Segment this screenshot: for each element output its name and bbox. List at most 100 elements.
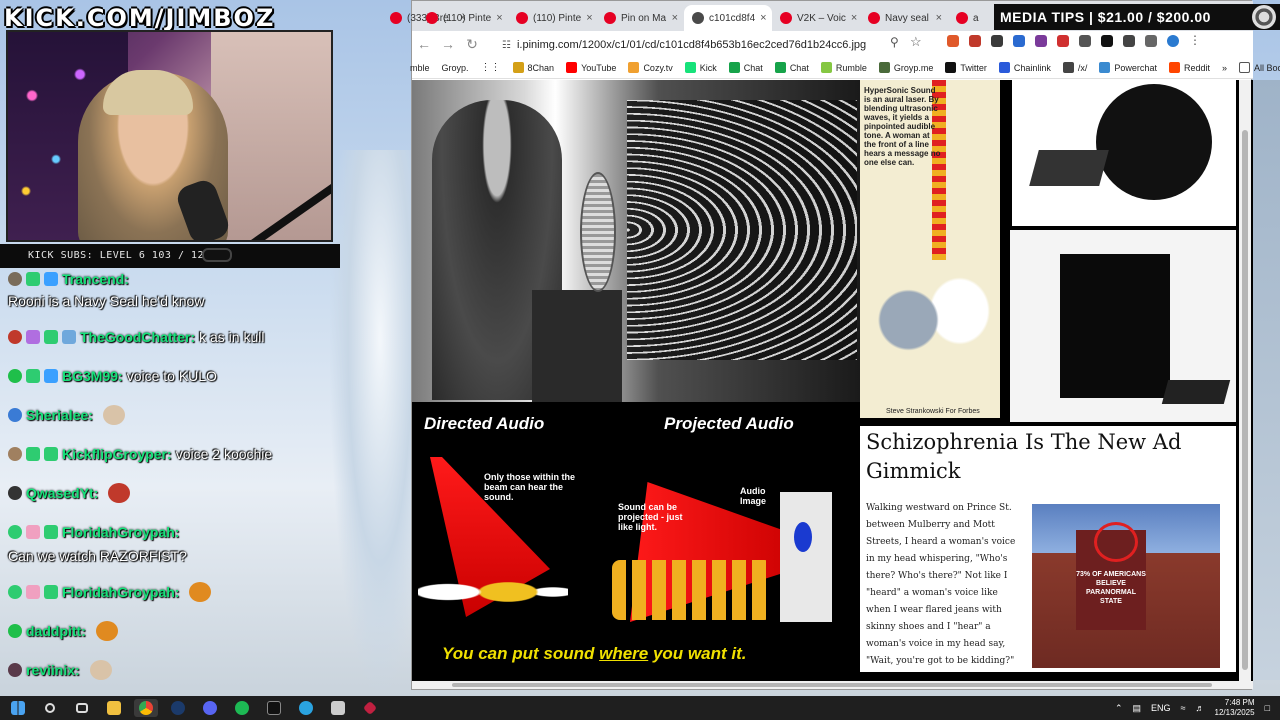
extension-icon[interactable] xyxy=(1079,35,1091,47)
extension-icon[interactable] xyxy=(1013,35,1025,47)
bookmark-favicon-icon xyxy=(628,62,640,73)
webcam-wall xyxy=(211,32,331,240)
tab-close-icon[interactable]: × xyxy=(586,12,592,24)
bookmark-item[interactable]: Chat xyxy=(728,62,763,73)
wifi-icon[interactable]: ≈ xyxy=(1181,703,1186,713)
chat-message: reviinix: xyxy=(8,659,112,681)
notification-icon[interactable]: □ xyxy=(1265,703,1270,713)
x-extension-icon[interactable] xyxy=(1101,35,1113,47)
chat-username[interactable]: KickflipGroyper: xyxy=(62,446,172,462)
chat-username[interactable]: BG3M99: xyxy=(62,368,123,384)
tab-close-icon[interactable]: × xyxy=(851,12,857,24)
forward-icon[interactable]: → xyxy=(436,36,460,52)
bookmark-favicon-icon xyxy=(878,62,890,73)
projected-note: Sound can be projected - just like light… xyxy=(618,502,683,532)
discord-icon[interactable] xyxy=(198,699,222,717)
volume-icon[interactable]: ♬ xyxy=(1196,703,1205,713)
extension-icon[interactable] xyxy=(991,35,1003,47)
chat-username[interactable]: Sherialee: xyxy=(26,407,93,423)
bookmark-item[interactable]: Reddit xyxy=(1168,62,1210,73)
bookmark-label: Chainlink xyxy=(1013,62,1051,73)
speaker-photo-round xyxy=(1010,80,1236,226)
tab-close-icon[interactable]: × xyxy=(936,12,942,24)
extension-icon[interactable] xyxy=(1123,35,1135,47)
extension-icon[interactable] xyxy=(1035,35,1047,47)
extension-icon[interactable] xyxy=(1057,35,1069,47)
reload-icon[interactable]: ↻ xyxy=(460,36,484,53)
app-icon[interactable] xyxy=(358,699,382,717)
zoom-icon[interactable]: ⚲ xyxy=(890,35,899,49)
bookmark-item[interactable]: Powerchat xyxy=(1099,62,1157,73)
bookmark-favicon-icon xyxy=(566,62,578,73)
browser-tab[interactable]: (110) Pinte × xyxy=(508,5,596,31)
tab-label: a xyxy=(973,12,979,24)
extension-icon[interactable] xyxy=(947,35,959,47)
bookmark-item[interactable]: Chat xyxy=(774,62,809,73)
language-indicator[interactable]: ENG xyxy=(1151,703,1171,713)
telegram-icon[interactable] xyxy=(294,699,318,717)
site-info-icon[interactable]: ☷ xyxy=(502,40,511,51)
task-view-icon[interactable] xyxy=(70,699,94,717)
chat-username[interactable]: Trancend: xyxy=(62,271,129,287)
bookmark-item[interactable]: /x/ xyxy=(1062,62,1087,73)
chat-username[interactable]: daddpitt: xyxy=(26,623,86,639)
steam-icon[interactable] xyxy=(166,699,190,717)
bookmark-item[interactable]: Rumble xyxy=(820,62,867,73)
bookmark-partial[interactable]: mble xyxy=(410,63,430,73)
address-bar[interactable]: ☷ i.pinimg.com/1200x/c1/01/cd/c101cd8f4b… xyxy=(502,34,912,56)
file-explorer-icon[interactable] xyxy=(102,699,126,717)
bookmark-item[interactable]: Cozy.tv xyxy=(628,62,673,73)
tab-close-icon[interactable]: × xyxy=(672,12,678,24)
browser-tab[interactable]: V2K – Voic × xyxy=(772,5,860,31)
menu-dots-icon[interactable]: ⋮ xyxy=(1189,34,1201,47)
browser-tab[interactable]: (110) Pinte × xyxy=(418,5,506,31)
puzzle-icon[interactable] xyxy=(1145,35,1157,47)
chat-badge-icon xyxy=(26,330,40,344)
chat-text: voice to KULO xyxy=(126,368,217,384)
browser-tab[interactable]: a xyxy=(948,5,988,31)
chat-username[interactable]: reviinix: xyxy=(26,662,80,678)
network-icon[interactable]: ▤ xyxy=(1133,703,1142,714)
sub-goal-bar: KICK SUBS: LEVEL 6 103 / 120 xyxy=(0,244,340,268)
windows-start-icon[interactable] xyxy=(6,699,30,717)
bookmark-item[interactable]: Kick xyxy=(684,62,717,73)
chat-emote-icon xyxy=(95,621,118,641)
bookmark-partial[interactable]: Groyp. xyxy=(442,63,469,73)
bookmark-star-icon[interactable]: ☆ xyxy=(910,34,922,50)
apps-grid-icon[interactable]: ⋮⋮ xyxy=(481,62,501,73)
clock[interactable]: 7:48 PM 12/13/2025 xyxy=(1215,698,1255,718)
tab-favicon-icon xyxy=(956,12,968,24)
browser-tab[interactable]: c101cd8f4 × xyxy=(684,5,772,31)
bookmark-item[interactable]: YouTube xyxy=(566,62,616,73)
chat-username[interactable]: FloridahGroypah: xyxy=(62,524,179,540)
search-icon[interactable] xyxy=(38,699,62,717)
vertical-scrollbar[interactable] xyxy=(1239,80,1251,684)
tab-close-icon[interactable]: × xyxy=(760,12,766,24)
bookmarks-overflow-icon[interactable]: » xyxy=(1222,63,1227,73)
chat-username[interactable]: FloridahGroypah: xyxy=(62,584,179,600)
all-bookmarks-button[interactable]: All Bookmarks xyxy=(1238,62,1280,73)
tab-close-icon[interactable]: × xyxy=(496,12,502,24)
chat-username[interactable]: TheGoodChatter: xyxy=(80,329,195,345)
browser-tab[interactable]: Navy seal × xyxy=(860,5,948,31)
browser-tab[interactable]: Pin on Ma × xyxy=(596,5,684,31)
chat-username[interactable]: QwasedYt: xyxy=(26,485,98,501)
scroll-thumb[interactable] xyxy=(452,683,1212,687)
terminal-icon[interactable] xyxy=(262,699,286,717)
tray-chevron-icon[interactable]: ⌃ xyxy=(1115,703,1123,714)
back-icon[interactable]: ← xyxy=(412,36,436,52)
notepad-icon[interactable] xyxy=(326,699,350,717)
chrome-icon[interactable] xyxy=(134,699,158,717)
profile-avatar[interactable] xyxy=(1167,35,1179,47)
extension-icon[interactable] xyxy=(969,35,981,47)
spotify-icon[interactable] xyxy=(230,699,254,717)
bookmark-item[interactable]: Twitter xyxy=(945,62,987,73)
bookmark-item[interactable]: 8Chan xyxy=(512,62,554,73)
chat-badge-icon xyxy=(8,624,22,638)
horizontal-scrollbar[interactable] xyxy=(412,681,1253,689)
bookmark-item[interactable]: Groyp.me xyxy=(878,62,933,73)
lens-icon xyxy=(794,522,812,552)
chat-text: k as in kull xyxy=(199,329,265,345)
bookmark-item[interactable]: Chainlink xyxy=(998,62,1051,73)
scroll-thumb[interactable] xyxy=(1242,130,1248,670)
